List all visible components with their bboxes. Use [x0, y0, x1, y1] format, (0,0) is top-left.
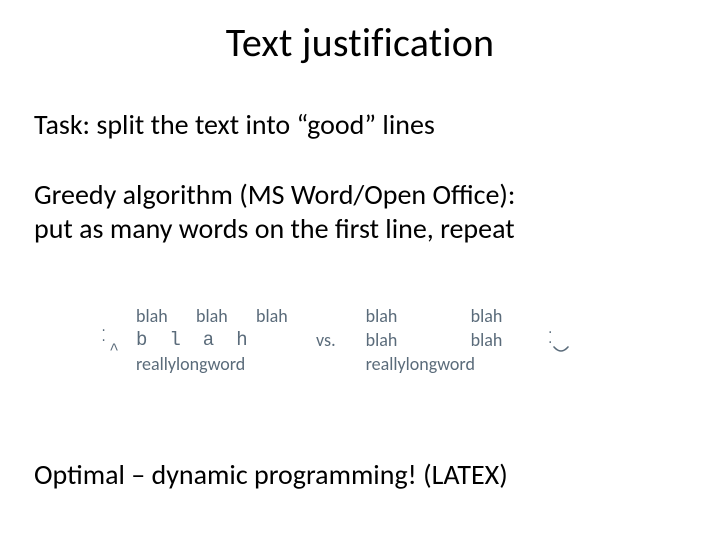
slide-title: Text justification: [0, 18, 720, 67]
word: blah: [366, 306, 471, 326]
right-row-1: blah blah: [366, 306, 541, 326]
word: blah: [471, 330, 503, 350]
word: blah: [471, 306, 503, 326]
left-row-1: blah blah blah: [136, 306, 306, 326]
left-row-3: reallylongword: [136, 354, 306, 374]
smile-mouth-icon: [552, 345, 570, 355]
greedy-paragraph: Greedy algorithm (MS Word/Open Office): …: [34, 178, 686, 246]
optimal-line: Optimal – dynamic programming! (LATEX): [34, 458, 686, 492]
comparison-figure: . . ^ blah blah blah blah reallylongword…: [100, 280, 620, 400]
right-row-3: reallylongword: [366, 354, 541, 374]
slide: Text justification Task: split the text …: [0, 0, 720, 540]
face-eyes-right: . .: [547, 325, 575, 345]
long-word: reallylongword: [136, 354, 245, 374]
face-eyes-left: . .: [100, 323, 128, 343]
greedy-line-2: put as many words on the first line, rep…: [34, 212, 686, 246]
word: blah: [256, 306, 288, 326]
vs-label: vs.: [316, 329, 336, 351]
left-row-2-spaced: blah: [136, 330, 306, 350]
long-word: reallylongword: [366, 354, 475, 374]
word: blah: [366, 330, 471, 350]
task-line: Task: split the text into “good” lines: [34, 108, 686, 142]
right-row-2: blah blah: [366, 330, 541, 350]
sad-face-icon: . . ^: [100, 323, 128, 357]
word: blah: [196, 306, 256, 326]
sad-mouth-icon: ^: [109, 343, 119, 357]
greedy-line-1: Greedy algorithm (MS Word/Open Office):: [34, 178, 686, 212]
right-text-block: blah blah blah blah reallylongword: [366, 306, 541, 374]
word: blah: [136, 306, 196, 326]
happy-face-icon: . .: [547, 325, 575, 355]
spaced-word: blah: [136, 330, 270, 350]
left-text-block: blah blah blah blah reallylongword: [136, 306, 306, 374]
